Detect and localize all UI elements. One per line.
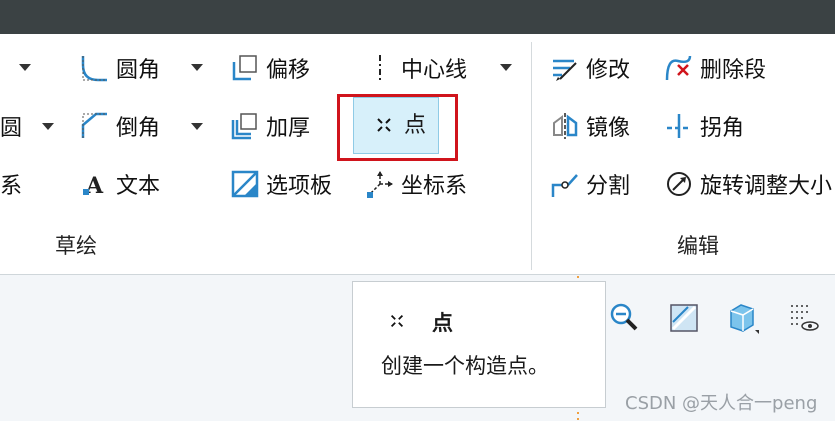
corner-button[interactable]: 拐角 xyxy=(664,109,744,143)
centerline-chevron-down-icon[interactable] xyxy=(500,64,512,71)
thicken-label: 加厚 xyxy=(266,116,311,141)
mirror-icon xyxy=(550,111,580,141)
coord-partial-label: 系 xyxy=(0,174,23,199)
fillet-label: 圆角 xyxy=(116,58,161,83)
rotate-resize-button[interactable]: 旋转调整大小 xyxy=(664,167,832,201)
circle-dropdown-chevron-down-icon[interactable] xyxy=(42,123,54,130)
guide-line-lower xyxy=(577,406,579,421)
fillet-chevron-down-icon[interactable] xyxy=(191,64,203,71)
coord-partial-button[interactable]: 系 xyxy=(0,167,22,201)
delete-segment-icon xyxy=(664,53,694,83)
chamfer-icon xyxy=(80,111,110,141)
corner-icon xyxy=(664,111,694,141)
group-separator xyxy=(531,42,532,270)
edit-group-label: 编辑 xyxy=(677,234,719,258)
thicken-button[interactable]: 加厚 xyxy=(230,109,310,143)
chamfer-label: 倒角 xyxy=(116,116,161,141)
title-bar xyxy=(0,0,835,34)
palette-icon xyxy=(230,169,260,199)
zoom-out-icon[interactable] xyxy=(606,300,642,336)
offset-label: 偏移 xyxy=(266,58,311,83)
modify-label: 修改 xyxy=(586,58,631,83)
rotate-resize-icon xyxy=(664,169,694,199)
text-icon: A xyxy=(80,169,110,199)
guide-line xyxy=(577,276,579,280)
circle-label: 圆 xyxy=(0,116,23,141)
text-label: 文本 xyxy=(116,174,161,199)
modify-button[interactable]: 修改 xyxy=(550,51,630,85)
chamfer-chevron-down-icon[interactable] xyxy=(191,123,203,130)
divide-button[interactable]: 分割 xyxy=(550,167,630,201)
coordinate-system-icon xyxy=(365,169,395,199)
palette-label: 选项板 xyxy=(266,174,333,199)
fillet-icon xyxy=(80,53,110,83)
highlight-frame xyxy=(337,94,458,161)
circle-button[interactable]: 圆 xyxy=(0,109,22,143)
rotate-resize-label: 旋转调整大小 xyxy=(700,174,833,199)
centerline-button[interactable]: 中心线 xyxy=(365,51,467,85)
svg-text:A: A xyxy=(85,173,104,199)
point-tooltip: 点 创建一个构造点。 xyxy=(352,281,606,408)
watermark: CSDN @天人合一peng xyxy=(625,393,818,414)
thicken-icon xyxy=(230,111,260,141)
corner-label: 拐角 xyxy=(700,116,745,141)
coordinate-system-button[interactable]: 坐标系 xyxy=(365,167,467,201)
sketch-group-label: 草绘 xyxy=(55,234,97,258)
coordinate-system-label: 坐标系 xyxy=(401,174,468,199)
tooltip-title: 点 xyxy=(432,311,453,335)
text-button[interactable]: A 文本 xyxy=(80,167,160,201)
repaint-icon[interactable] xyxy=(666,300,702,336)
fillet-button[interactable]: 圆角 xyxy=(80,51,160,85)
centerline-icon xyxy=(365,53,395,83)
palette-button[interactable]: 选项板 xyxy=(230,167,332,201)
point-icon xyxy=(386,310,408,332)
offset-button[interactable]: 偏移 xyxy=(230,51,310,85)
offset-icon xyxy=(230,53,260,83)
delete-segment-label: 删除段 xyxy=(700,58,767,83)
divide-icon xyxy=(550,169,580,199)
mirror-label: 镜像 xyxy=(586,116,631,141)
datum-display-icon[interactable] xyxy=(786,300,822,336)
modify-icon xyxy=(550,53,580,83)
centerline-label: 中心线 xyxy=(401,58,468,83)
mirror-button[interactable]: 镜像 xyxy=(550,109,630,143)
chamfer-button[interactable]: 倒角 xyxy=(80,109,160,143)
tooltip-description: 创建一个构造点。 xyxy=(381,354,549,378)
delete-segment-button[interactable]: 删除段 xyxy=(664,51,766,85)
chevron-down-icon[interactable] xyxy=(19,64,31,71)
divide-label: 分割 xyxy=(586,174,631,199)
display-style-icon[interactable] xyxy=(724,300,760,336)
